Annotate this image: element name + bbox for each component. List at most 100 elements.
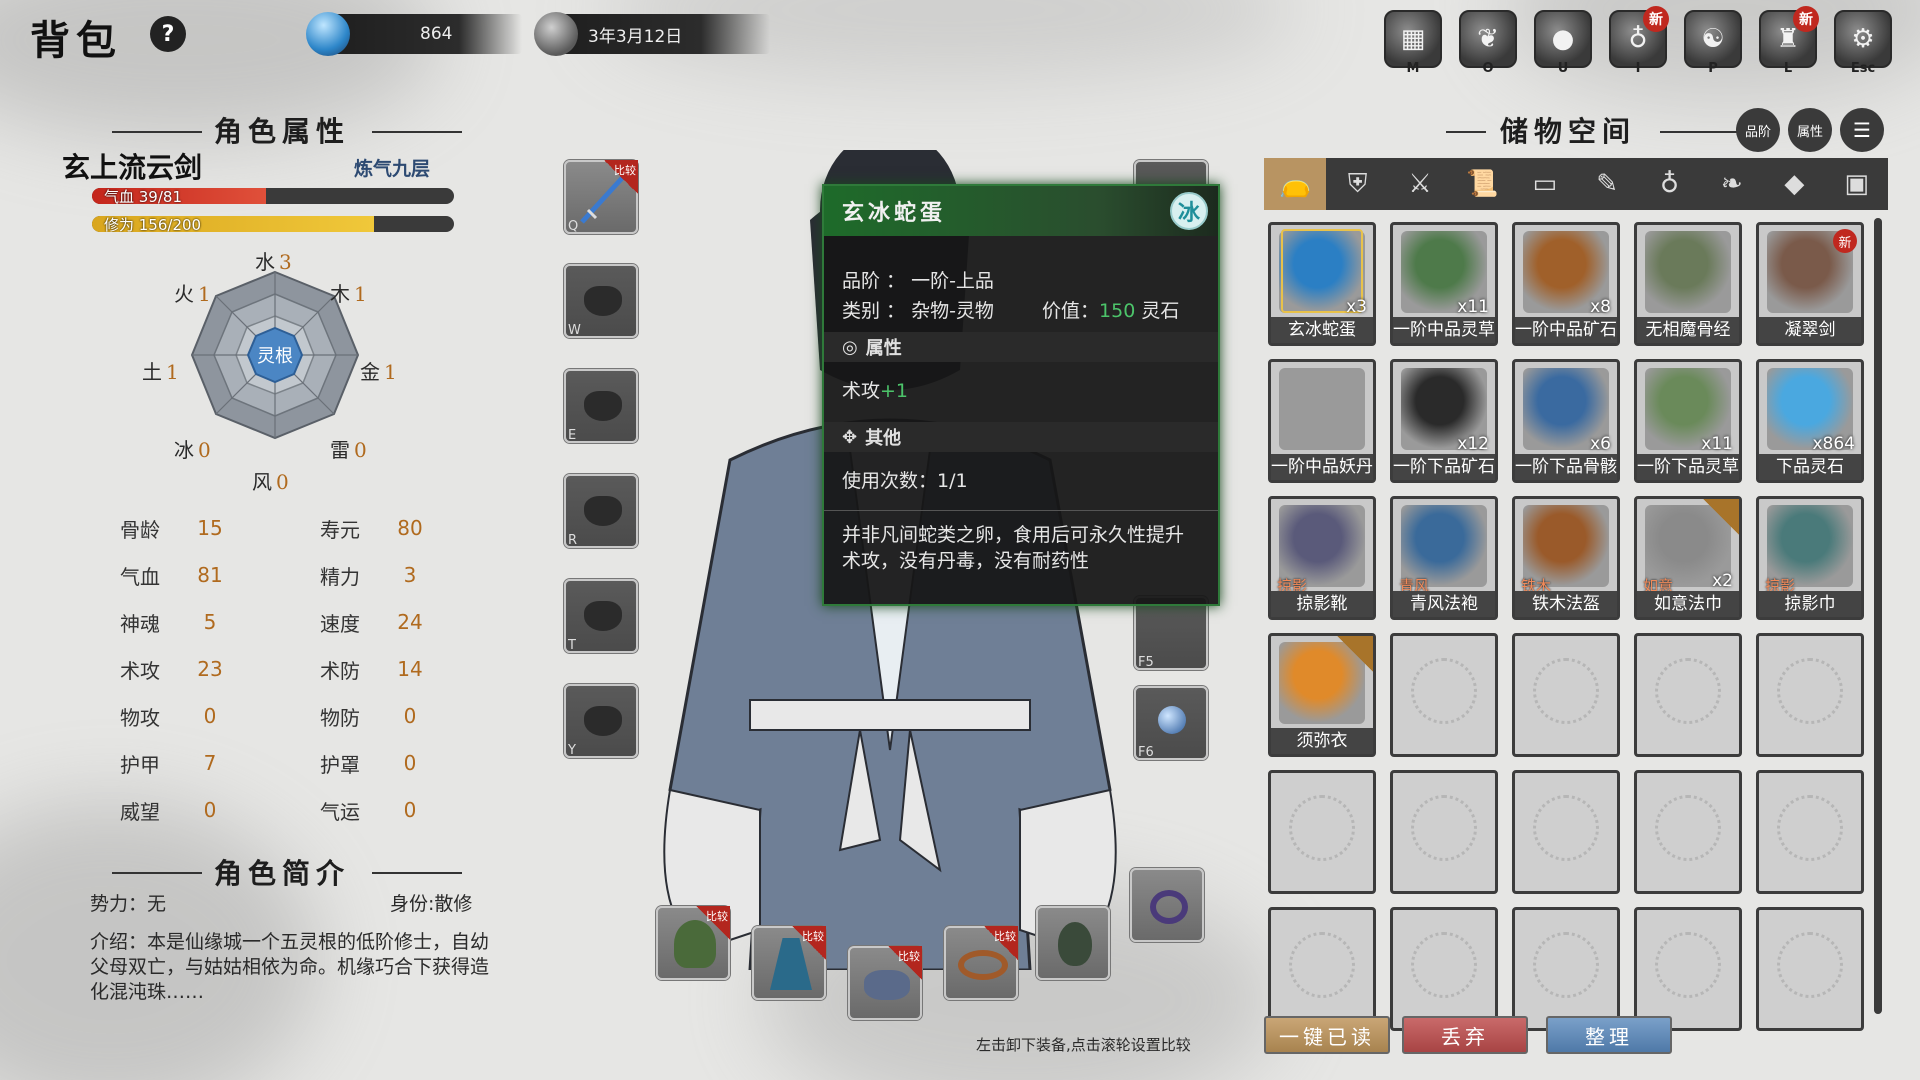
storage-item[interactable]: x3 玄冰蛇蛋	[1268, 222, 1376, 346]
tab-book[interactable]: ▭	[1514, 158, 1576, 210]
gear-icon: ⚙	[1851, 24, 1875, 54]
tooltip-item-name: 玄冰蛇蛋	[842, 200, 947, 226]
tab-chest[interactable]: ▣	[1826, 158, 1888, 210]
help-button[interactable]: ?	[150, 16, 186, 52]
storage-item[interactable]: 掠影 掠影靴	[1268, 496, 1376, 620]
storage-empty-slot[interactable]	[1634, 633, 1742, 757]
tab-robe[interactable]: ⛨	[1326, 158, 1388, 210]
storage-item[interactable]: x6 一阶下品骨骸	[1512, 359, 1620, 483]
storage-empty-slot[interactable]	[1268, 907, 1376, 1031]
storage-title: 储物空间	[1500, 115, 1637, 148]
new-badge: 新	[1793, 6, 1819, 32]
skill-slot-w[interactable]: W	[564, 264, 638, 338]
spirit-stone-value: 864	[420, 24, 453, 44]
sort-button[interactable]: 整理	[1546, 1016, 1672, 1054]
gourd-icon: ♁	[1660, 169, 1680, 199]
talisman-slot-2[interactable]: F6	[1134, 686, 1208, 760]
skill-slot-t[interactable]: T	[564, 579, 638, 653]
storage-item[interactable]: x12 一阶下品矿石	[1390, 359, 1498, 483]
element-1: 木1	[330, 278, 367, 307]
read-all-button[interactable]: 一键已读	[1264, 1016, 1390, 1054]
element-name: 木	[330, 282, 350, 306]
storage-item[interactable]: 如意 x2 如意法巾	[1634, 496, 1742, 620]
bracelet-slot[interactable]	[1130, 868, 1204, 942]
date-display: 3年3月12日	[534, 12, 770, 56]
menu-figure-icon[interactable]: ♜ L 新	[1759, 6, 1819, 76]
tab-ore[interactable]: ◆	[1763, 158, 1825, 210]
item-count: x864	[1812, 434, 1855, 454]
storage-item[interactable]: x11 一阶中品灵草	[1390, 222, 1498, 346]
stat-label: 护罩	[320, 752, 360, 777]
bio-title: 角色简介	[214, 857, 351, 890]
item-icon	[1645, 231, 1731, 313]
storage-empty-slot[interactable]	[1756, 633, 1864, 757]
discard-button[interactable]: 丢弃	[1402, 1016, 1528, 1054]
storage-item[interactable]: 铁木 铁木法盔	[1512, 496, 1620, 620]
storage-empty-slot[interactable]	[1390, 770, 1498, 894]
headband-slot[interactable]: 比较	[944, 926, 1018, 1000]
spirit-root-label: 灵根	[257, 346, 293, 367]
storage-item[interactable]: 凝翠剑 新	[1756, 222, 1864, 346]
storage-item[interactable]: x11 一阶下品灵草	[1634, 359, 1742, 483]
pouch-slot[interactable]	[1036, 906, 1110, 980]
item-name: 青风法袍	[1393, 591, 1495, 617]
weapon-slot[interactable]: 比较 Q	[564, 160, 638, 234]
leaf-icon: ❧	[1721, 169, 1743, 199]
item-name: 玄冰蛇蛋	[1271, 317, 1373, 343]
tab-scroll[interactable]: 📜	[1451, 158, 1513, 210]
menu-gourd-icon[interactable]: ♁ I 新	[1609, 6, 1669, 76]
list-view-icon[interactable]: ☰	[1840, 108, 1884, 152]
tab-gourd[interactable]: ♁	[1638, 158, 1700, 210]
compare-tag: 比较	[888, 946, 922, 980]
menu-yinyang-icon[interactable]: ☯ P	[1684, 10, 1742, 76]
storage-empty-slot[interactable]	[1756, 770, 1864, 894]
storage-empty-slot[interactable]	[1634, 907, 1742, 1031]
intro-text: 介绍：本是仙缘城一个五灵根的低阶修士，自幼父母双亡，与姑姑相依为命。机缘巧合下获…	[90, 931, 490, 1003]
tab-leaf[interactable]: ❧	[1701, 158, 1763, 210]
attribute-icon: ◎	[842, 336, 858, 358]
storage-item[interactable]: x8 一阶中品矿石	[1512, 222, 1620, 346]
scrollbar[interactable]	[1874, 218, 1882, 1014]
storage-empty-slot[interactable]	[1512, 633, 1620, 757]
menu-scroll-icon[interactable]: ❦ O	[1459, 10, 1517, 76]
sort-attr-button[interactable]: 属性	[1788, 108, 1832, 152]
robe-slot[interactable]: 比较	[752, 926, 826, 1000]
storage-item[interactable]: 一阶中品妖丹	[1268, 359, 1376, 483]
storage-empty-slot[interactable]	[1512, 907, 1620, 1031]
item-count: x11	[1457, 297, 1489, 317]
storage-empty-slot[interactable]	[1756, 907, 1864, 1031]
hint-text: 左击卸下装备,点击滚轮设置比较	[976, 1036, 1191, 1054]
element-5: 冰0	[174, 434, 211, 463]
identity-text: 身份:散修	[390, 893, 473, 915]
menu-gear-icon[interactable]: ⚙ Esc	[1834, 10, 1892, 76]
menu-map-icon[interactable]: ▦ M	[1384, 10, 1442, 76]
storage-empty-slot[interactable]	[1512, 770, 1620, 894]
compare-tag	[1703, 499, 1739, 535]
tooltip-uses: 使用次数：1/1	[842, 470, 968, 492]
skill-slot-e[interactable]: E	[564, 369, 638, 443]
empty-slot-ring	[1655, 658, 1721, 724]
helmet-slot[interactable]: 比较	[656, 906, 730, 980]
element-0: 水3	[255, 246, 292, 275]
tab-bag[interactable]: 👝	[1264, 158, 1327, 210]
storage-empty-slot[interactable]	[1634, 770, 1742, 894]
storage-empty-slot[interactable]	[1390, 633, 1498, 757]
storage-item[interactable]: 掠影 掠影巾	[1756, 496, 1864, 620]
storage-item[interactable]: 青风 青风法袍	[1390, 496, 1498, 620]
divider	[372, 131, 462, 133]
slot-key: E	[568, 428, 577, 443]
skill-slot-r[interactable]: R	[564, 474, 638, 548]
skill-slot-y[interactable]: Y	[564, 684, 638, 758]
storage-item[interactable]: 须弥衣	[1268, 633, 1376, 757]
storage-empty-slot[interactable]	[1268, 770, 1376, 894]
talisman-slot-1[interactable]: F5	[1134, 596, 1208, 670]
stat-label: 神魂	[120, 611, 160, 636]
sort-grade-button[interactable]: 品阶	[1736, 108, 1780, 152]
boots-slot[interactable]: 比较	[848, 946, 922, 1020]
storage-item[interactable]: 无相魔骨经	[1634, 222, 1742, 346]
storage-item[interactable]: x864 下品灵石	[1756, 359, 1864, 483]
menu-orb-icon[interactable]: ● U	[1534, 10, 1592, 76]
tab-talisman[interactable]: ✎	[1576, 158, 1638, 210]
tab-sword[interactable]: ⚔	[1389, 158, 1451, 210]
storage-empty-slot[interactable]	[1390, 907, 1498, 1031]
